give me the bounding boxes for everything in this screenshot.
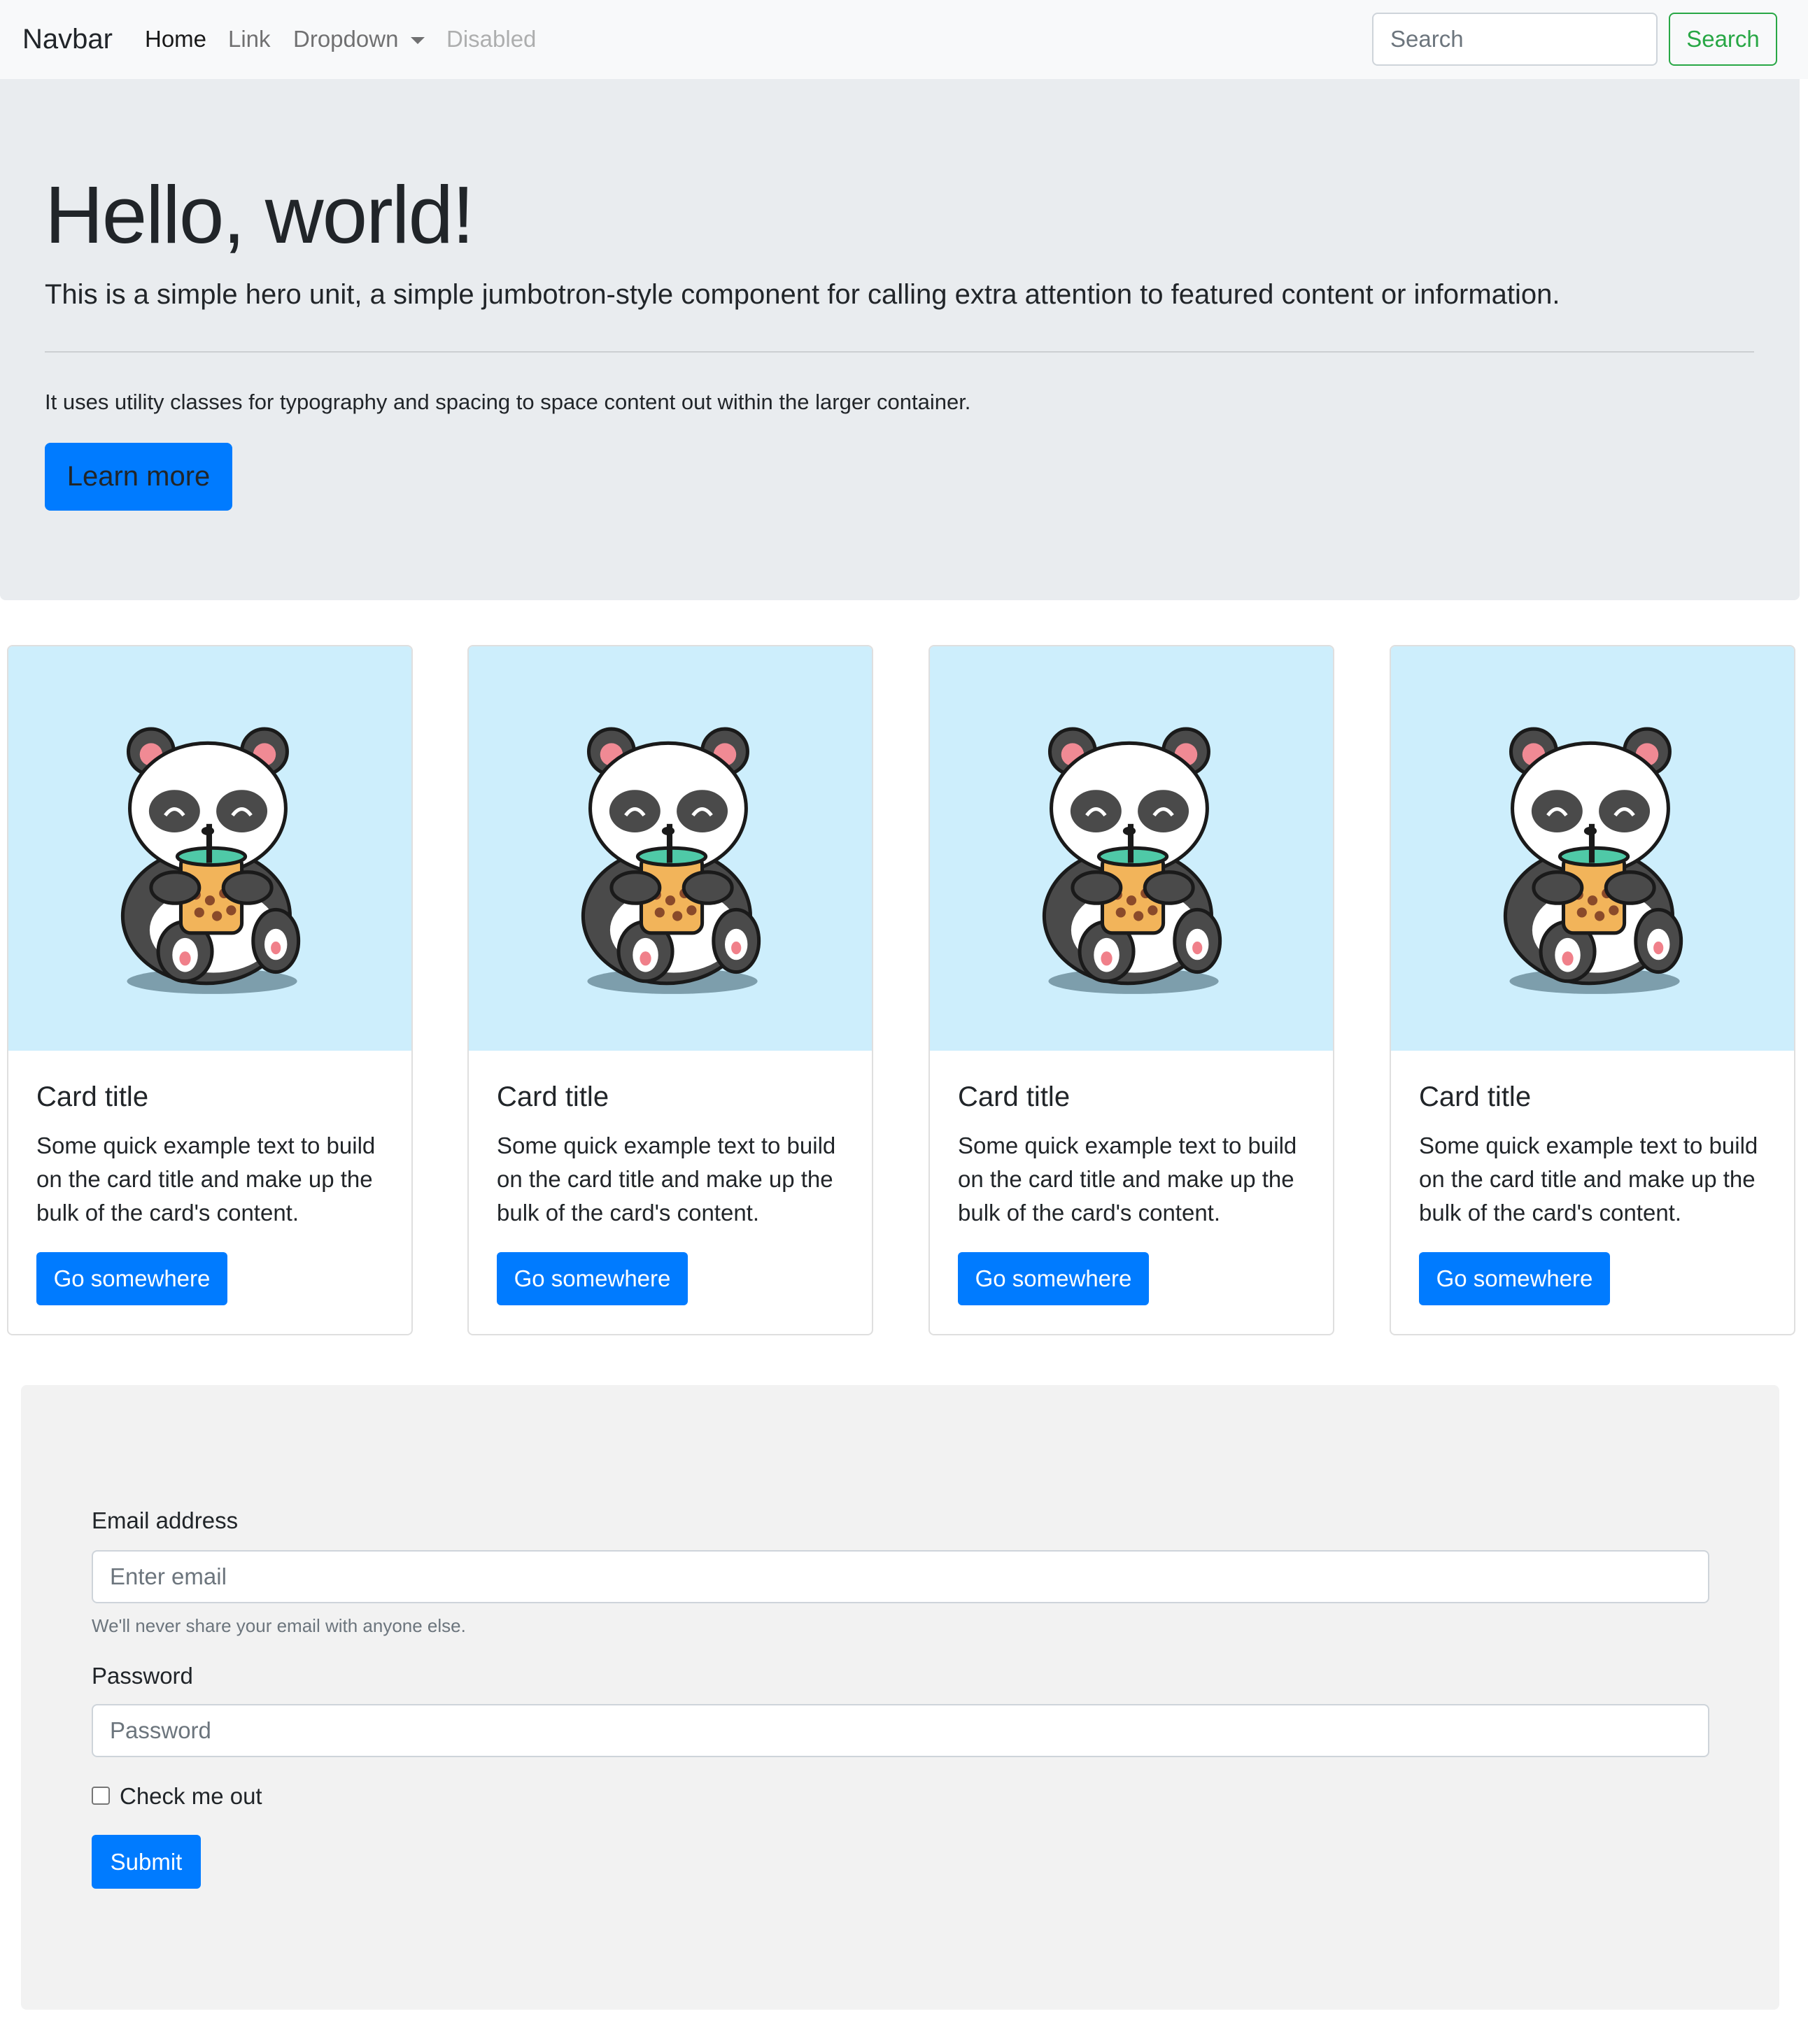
card-text: Some quick example text to build on the …	[958, 1133, 1297, 1226]
card-title: Card title	[497, 1081, 609, 1112]
panda-icon	[1026, 725, 1236, 998]
hero-lead: This is a simple hero unit, a simple jum…	[45, 279, 1560, 310]
navbar-brand[interactable]: Navbar	[22, 21, 113, 57]
login-form: Email address We'll never share your ema…	[21, 1385, 1779, 2010]
card-image	[469, 646, 872, 1051]
password-label: Password	[92, 1663, 193, 1689]
card: Card title Some quick example text to bu…	[928, 645, 1334, 1335]
email-label: Email address	[92, 1507, 239, 1533]
go-somewhere-button[interactable]: Go somewhere	[497, 1252, 688, 1305]
panda-icon	[565, 725, 775, 998]
go-somewhere-button[interactable]: Go somewhere	[36, 1252, 227, 1305]
card-title: Card title	[1419, 1081, 1532, 1112]
card: Card title Some quick example text to bu…	[1390, 645, 1795, 1335]
card-image	[930, 646, 1333, 1051]
card-text: Some quick example text to build on the …	[497, 1133, 836, 1226]
card-text: Some quick example text to build on the …	[1419, 1133, 1758, 1226]
email-help-text: We'll never share your email with anyone…	[92, 1615, 466, 1636]
submit-button[interactable]: Submit	[92, 1835, 201, 1889]
password-field[interactable]	[92, 1704, 1709, 1757]
email-field[interactable]	[92, 1550, 1709, 1603]
nav-link-home[interactable]: Home	[145, 24, 206, 55]
card-image	[1391, 646, 1794, 1051]
card-image	[8, 646, 411, 1051]
navbar: Navbar Home Link Dropdown Disabled Searc…	[0, 0, 1808, 79]
check-me-out-checkbox[interactable]	[92, 1787, 110, 1805]
nav-link-disabled: Disabled	[446, 26, 537, 52]
caret-down-icon	[411, 37, 425, 44]
card: Card title Some quick example text to bu…	[467, 645, 873, 1335]
go-somewhere-button[interactable]: Go somewhere	[958, 1252, 1149, 1305]
card: Card title Some quick example text to bu…	[7, 645, 413, 1335]
hero-title: Hello, world!	[45, 169, 474, 260]
hero-divider	[45, 351, 1754, 353]
nav-link-link[interactable]: Link	[228, 24, 271, 55]
card-text: Some quick example text to build on the …	[36, 1133, 376, 1226]
search-button[interactable]: Search	[1669, 13, 1777, 66]
panda-icon	[105, 725, 315, 998]
card-title: Card title	[958, 1081, 1071, 1112]
card-title: Card title	[36, 1081, 149, 1112]
learn-more-button[interactable]: Learn more	[45, 443, 232, 511]
checkbox-label[interactable]: Check me out	[120, 1781, 262, 1812]
panda-icon	[1488, 725, 1697, 998]
nav-dropdown-toggle[interactable]: Dropdown	[293, 24, 398, 55]
search-input[interactable]	[1372, 13, 1658, 66]
hero-jumbotron: Hello, world! This is a simple hero unit…	[0, 79, 1800, 600]
hero-text: It uses utility classes for typography a…	[45, 390, 971, 414]
go-somewhere-button[interactable]: Go somewhere	[1419, 1252, 1610, 1305]
